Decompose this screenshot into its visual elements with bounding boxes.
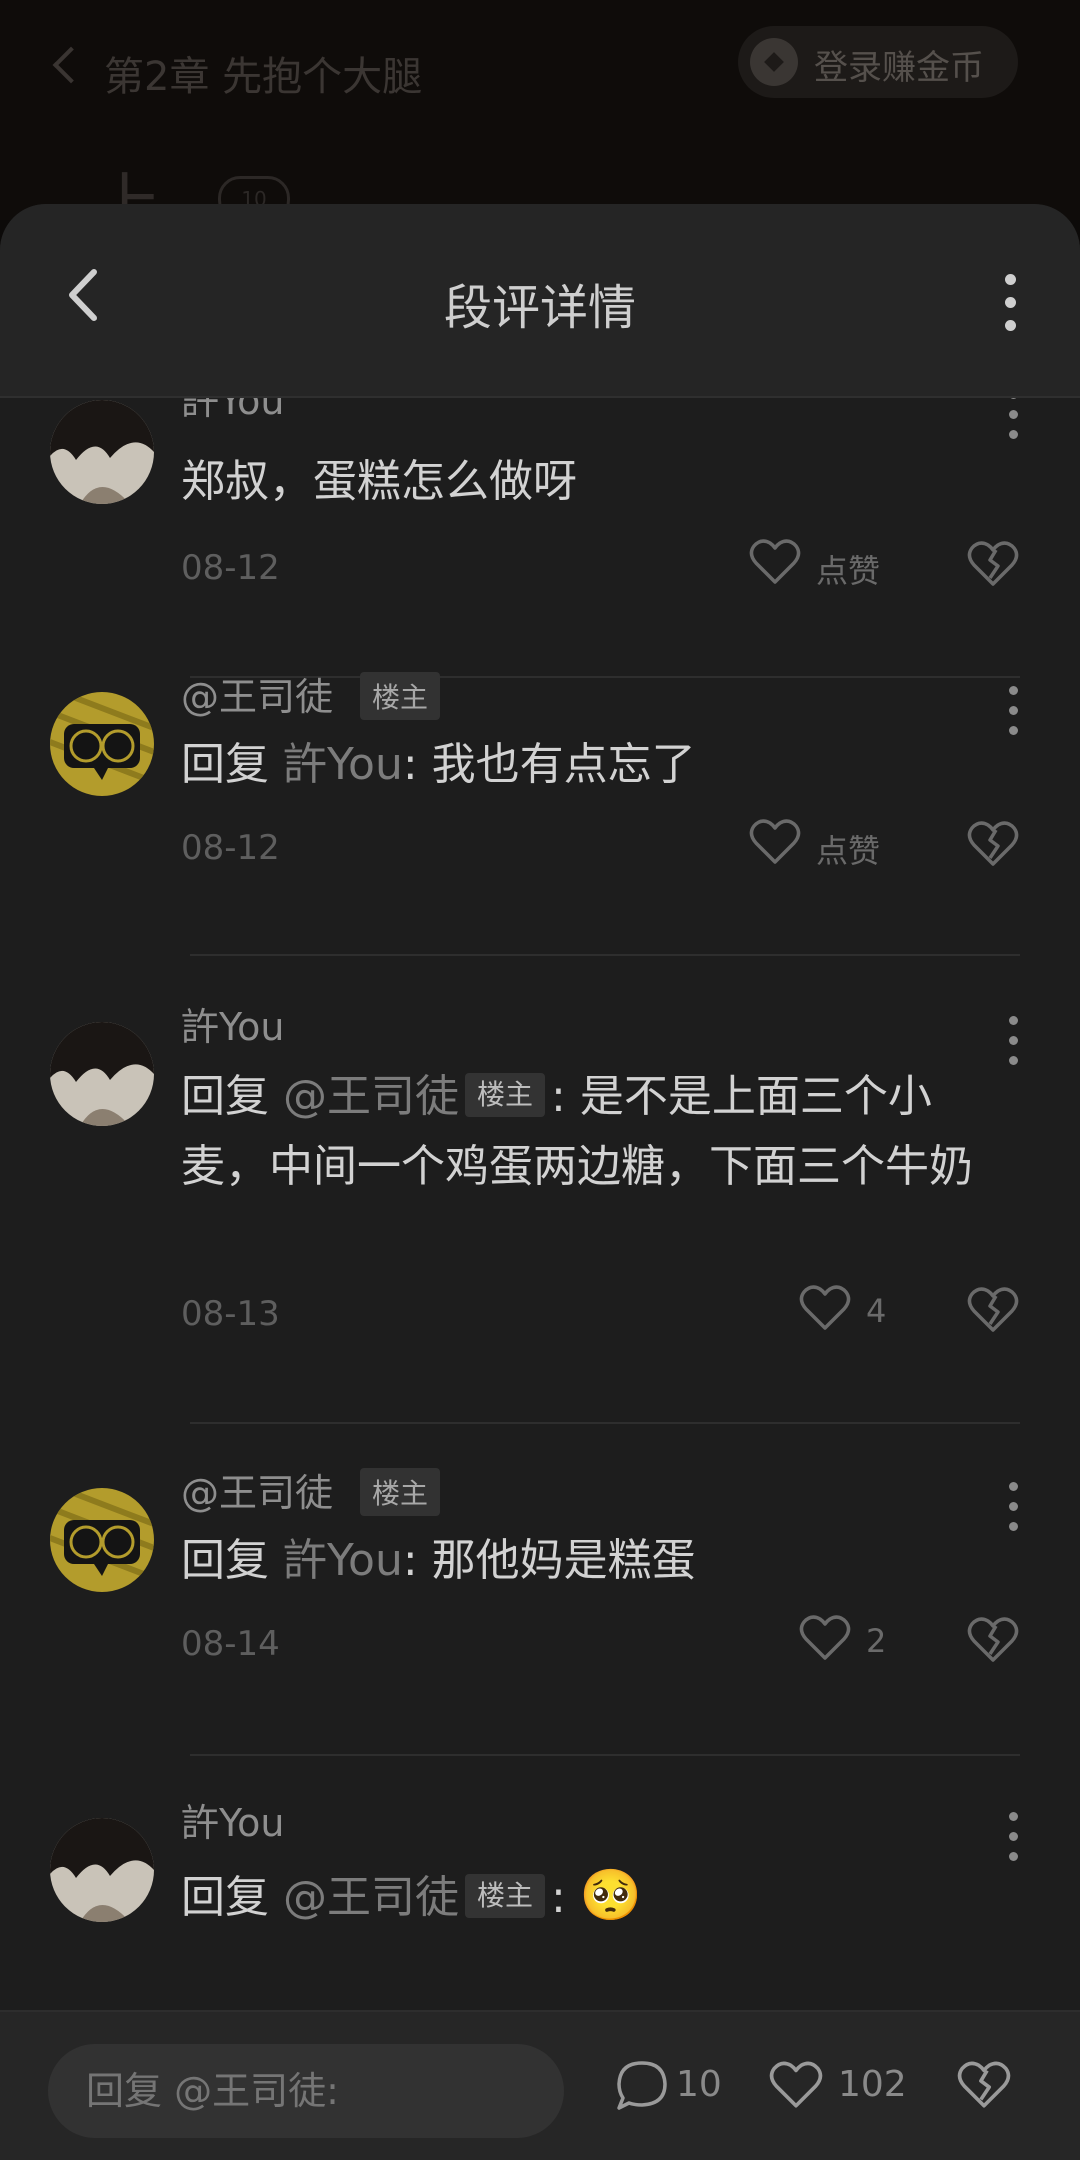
avatar[interactable] (50, 1488, 154, 1592)
more-dot (1009, 430, 1018, 439)
comment-date: 08-12 (181, 548, 280, 588)
broken-heart-icon (967, 821, 1019, 866)
comment-date: 08-14 (181, 1624, 280, 1664)
comment-date: 08-13 (181, 1294, 280, 1334)
more-vertical-icon (1009, 1482, 1018, 1491)
owner-badge: 楼主 (465, 1073, 546, 1117)
dislike-button[interactable] (966, 1284, 1024, 1338)
broken-heart-icon (967, 541, 1019, 586)
more-vertical-icon (1009, 686, 1018, 695)
like-button[interactable]: 2 (798, 1612, 898, 1672)
comment-author[interactable]: 許You (181, 1792, 285, 1847)
reader-back-icon (52, 46, 90, 84)
reply-input[interactable] (48, 2044, 564, 2138)
coin-icon (750, 38, 798, 86)
divider (190, 1754, 1020, 1756)
avatar[interactable] (50, 1022, 154, 1126)
comment-count: 10 (676, 2064, 722, 2105)
avatar[interactable] (50, 1818, 154, 1922)
reply-mention[interactable]: 許You (283, 1535, 403, 1586)
chapter-title: 第2章 先抱个大腿 (104, 54, 423, 100)
heart-icon (749, 539, 801, 584)
heart-icon (769, 2061, 823, 2108)
like-total-button[interactable]: 102 (768, 2054, 908, 2118)
comment-text: 回复 @王司徒 楼主: 🥺 (181, 1866, 643, 1924)
login-earn-coins-label: 登录赚金币 (814, 48, 984, 88)
more-dot (1005, 297, 1016, 308)
more-dot (1009, 1036, 1018, 1045)
pleading-face-emoji: 🥺 (579, 1866, 643, 1924)
like-button[interactable]: 4 (798, 1282, 898, 1342)
more-dot (1009, 410, 1018, 419)
dislike-button[interactable] (966, 538, 1024, 592)
broken-heart-icon (967, 1617, 1019, 1662)
like-button[interactable]: 点赞 (748, 536, 898, 596)
more-vertical-icon (1009, 1812, 1018, 1821)
list-item: 許You 回复 @王司徒 楼主: 是不是上面三个小麦，中间一个鸡蛋两边糖，下面三个… (0, 1005, 1080, 1478)
comment-list[interactable]: 許You 郑叔，蛋糕怎么做呀 08-12 点赞 @王司徒 楼主 回复 許You:… (0, 396, 1080, 2010)
owner-badge: 楼主 (465, 1874, 546, 1918)
broken-heart-icon (957, 2061, 1011, 2108)
like-count: 2 (866, 1622, 887, 1660)
owner-badge: 楼主 (360, 672, 441, 720)
heart-icon (799, 1615, 851, 1660)
reader-background-header: 第2章 先抱个大腿 登录赚金币 上 10 (0, 0, 1080, 247)
reply-mention[interactable]: 許You (283, 739, 403, 790)
list-item: 許You 回复 @王司徒 楼主: 🥺 (0, 1801, 1080, 2010)
comment-date: 08-12 (181, 828, 280, 868)
comment-bubble-icon (617, 2061, 667, 2110)
dislike-button[interactable] (966, 1614, 1024, 1668)
comment-author[interactable]: @王司徒 (181, 1462, 333, 1517)
comment-more-button[interactable] (1004, 1808, 1024, 1868)
like-count: 102 (838, 2064, 907, 2105)
like-button[interactable]: 点赞 (748, 816, 898, 876)
bottom-action-bar: 10 102 (0, 2010, 1080, 2160)
comment-count-button[interactable]: 10 (614, 2054, 724, 2118)
more-vertical-icon (1005, 274, 1016, 285)
more-dot (1005, 320, 1016, 331)
more-dot (1009, 706, 1018, 715)
comment-text: 郑叔，蛋糕怎么做呀 (181, 456, 577, 507)
sheet-header: 段评详情 (0, 204, 1080, 398)
list-item: @王司徒 楼主 回复 許You: 我也有点忘了 08-12 点赞 (0, 672, 1080, 1008)
owner-badge: 楼主 (360, 1468, 441, 1516)
avatar[interactable] (50, 400, 154, 504)
reply-mention[interactable]: @王司徒 (283, 1071, 459, 1122)
avatar[interactable] (50, 692, 154, 796)
divider (190, 1422, 1020, 1424)
comment-author[interactable]: 許You (181, 996, 285, 1051)
comment-text: 回复 許You: 我也有点忘了 (181, 739, 696, 790)
more-options-button[interactable] (990, 266, 1030, 338)
comment-author[interactable]: @王司徒 (181, 666, 333, 721)
more-dot (1009, 1502, 1018, 1511)
heart-icon (799, 1285, 851, 1330)
more-vertical-icon (1009, 1016, 1018, 1025)
comment-text: 回复 @王司徒 楼主: 是不是上面三个小麦，中间一个鸡蛋两边糖，下面三个牛奶 (181, 1071, 973, 1192)
dislike-total-button[interactable] (956, 2054, 1016, 2118)
like-label: 点赞 (816, 552, 881, 590)
broken-heart-icon (967, 1287, 1019, 1332)
like-count: 4 (866, 1292, 887, 1330)
login-earn-coins-button: 登录赚金币 (738, 26, 1018, 98)
list-item: @王司徒 楼主 回复 許You: 那他妈是糕蛋 08-14 2 (0, 1468, 1080, 1804)
like-label: 点赞 (816, 832, 881, 870)
comment-more-button[interactable] (1004, 396, 1024, 446)
comment-text: 回复 許You: 那他妈是糕蛋 (181, 1535, 696, 1586)
divider (190, 954, 1020, 956)
list-item: 許You 郑叔，蛋糕怎么做呀 08-12 点赞 (0, 396, 1080, 696)
more-dot (1009, 1832, 1018, 1841)
comment-author[interactable]: 許You (181, 396, 285, 425)
dislike-button[interactable] (966, 818, 1024, 872)
heart-icon (749, 819, 801, 864)
comment-detail-sheet: 段评详情 許You 郑叔，蛋糕怎么做呀 08-12 点赞 @王司徒 楼主 回复 … (0, 204, 1080, 2160)
reply-mention[interactable]: @王司徒 (283, 1872, 459, 1923)
page-title: 段评详情 (443, 280, 636, 336)
